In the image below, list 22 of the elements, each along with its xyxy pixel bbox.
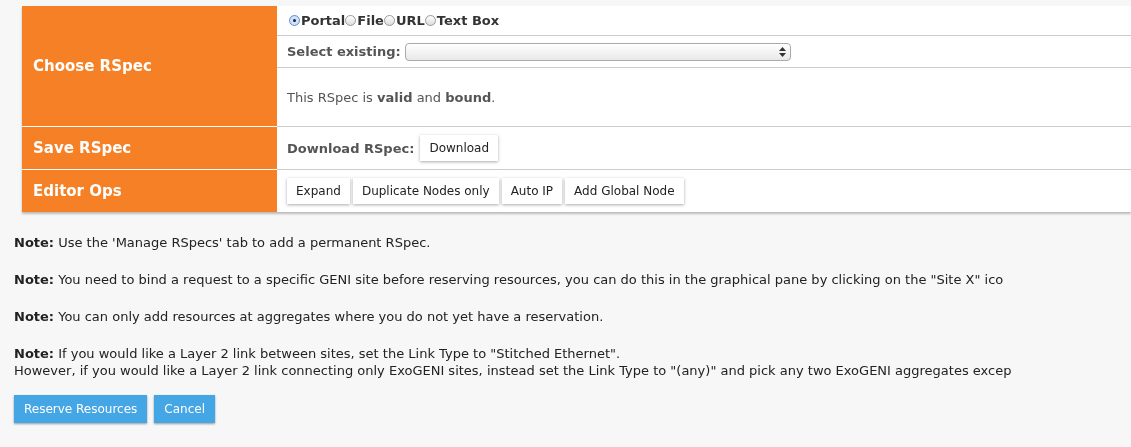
up-down-arrows-icon [778,46,786,57]
editor-op-button[interactable]: Expand [287,178,350,204]
field-label: Select existing: [287,44,401,59]
field-label: Download RSpec: [287,140,415,156]
note-text: However, if you would like a Layer 2 link connecting only ExoGENI sites, instead set the Link Type to "(any)" and pick any two ExoGENI aggregates excep [14,362,1013,379]
row-label: Save RSpec [22,127,277,170]
note-text: Note: You can only add resources at aggregates where you do not yet have a reservation. [14,308,605,325]
note-text: Note: You need to bind a request to a specific GENI site before reserving resources, you can do this in the graphical pane by clicking on the "Site X" ico [14,271,1005,288]
radio-option[interactable]: URL [383,13,425,28]
radio-option[interactable]: Portal [289,13,346,28]
radio-option[interactable]: Text Box [424,13,500,28]
status-text: This RSpec is valid and bound. [287,89,496,105]
radio-option[interactable]: File [345,13,384,28]
download-button[interactable]: Download [420,135,499,161]
row-label: Choose RSpec [22,6,277,127]
note-text: Note: If you would like a Layer 2 link between sites, set the Link Type to "Stitched Ethernet". [14,345,622,362]
select-field[interactable] [404,42,791,61]
row-label: Editor Ops [22,170,277,212]
editor-op-button[interactable]: Add Global Node [565,178,684,204]
editor-op-button[interactable]: Duplicate Nodes only [352,178,499,204]
editor-op-button[interactable]: Auto IP [501,178,563,204]
note-text: Note: Use the 'Manage RSpecs' tab to add a permanent RSpec. [14,234,432,251]
